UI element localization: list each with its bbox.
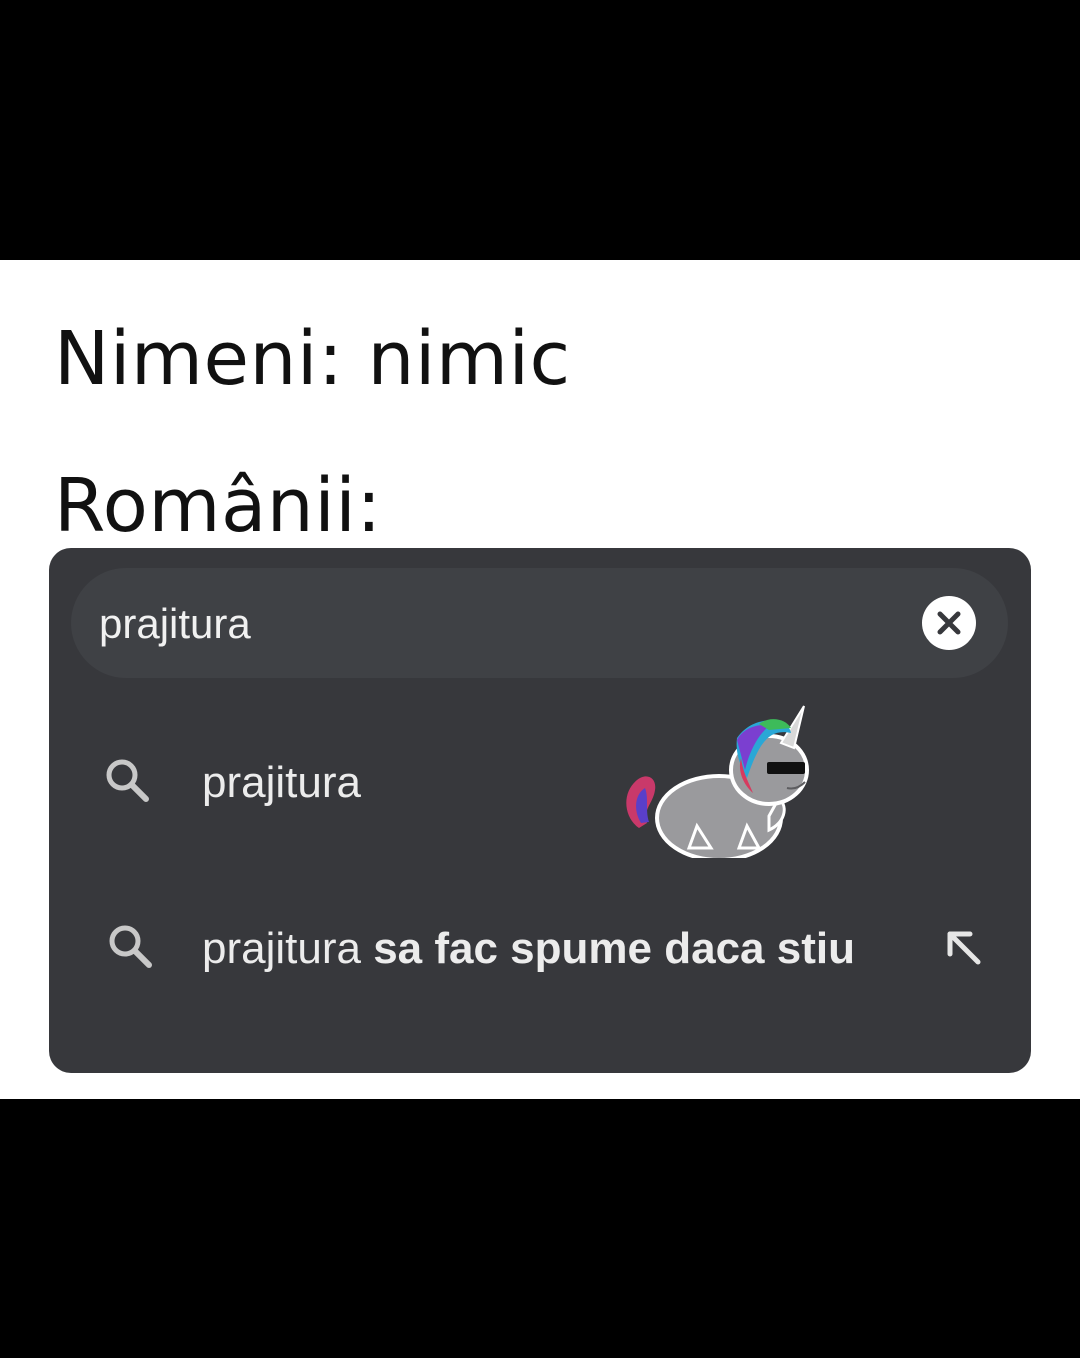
clear-search-button[interactable]: [922, 596, 976, 650]
close-icon: [937, 611, 961, 635]
search-suggestions-card: prajitura prajitura sa fac spume daca st…: [49, 548, 1031, 1073]
suggestion-prefix: prajitura: [202, 924, 361, 973]
search-input[interactable]: [99, 600, 879, 648]
suggestion-completion: sa fac spume daca stiu: [360, 924, 855, 973]
meme-panel: Nimeni: nimic Românii: prajitura prajitu…: [0, 260, 1080, 1099]
arrow-up-left-icon[interactable]: [944, 928, 984, 968]
search-icon: [106, 759, 149, 802]
caption-line-2: Românii:: [54, 463, 382, 549]
search-icon: [109, 925, 152, 968]
unicorn-sticker: [626, 705, 809, 858]
suggestion-item[interactable]: prajitura: [49, 722, 1031, 842]
suggestion-text: prajitura sa fac spume daca stiu: [202, 924, 855, 974]
suggestion-item[interactable]: prajitura sa fac spume daca stiu: [49, 888, 1031, 1008]
search-bar[interactable]: [71, 568, 1008, 678]
suggestion-text: prajitura: [202, 758, 361, 808]
caption-line-1: Nimeni: nimic: [54, 316, 571, 402]
suggestion-prefix: prajitura: [202, 758, 361, 807]
